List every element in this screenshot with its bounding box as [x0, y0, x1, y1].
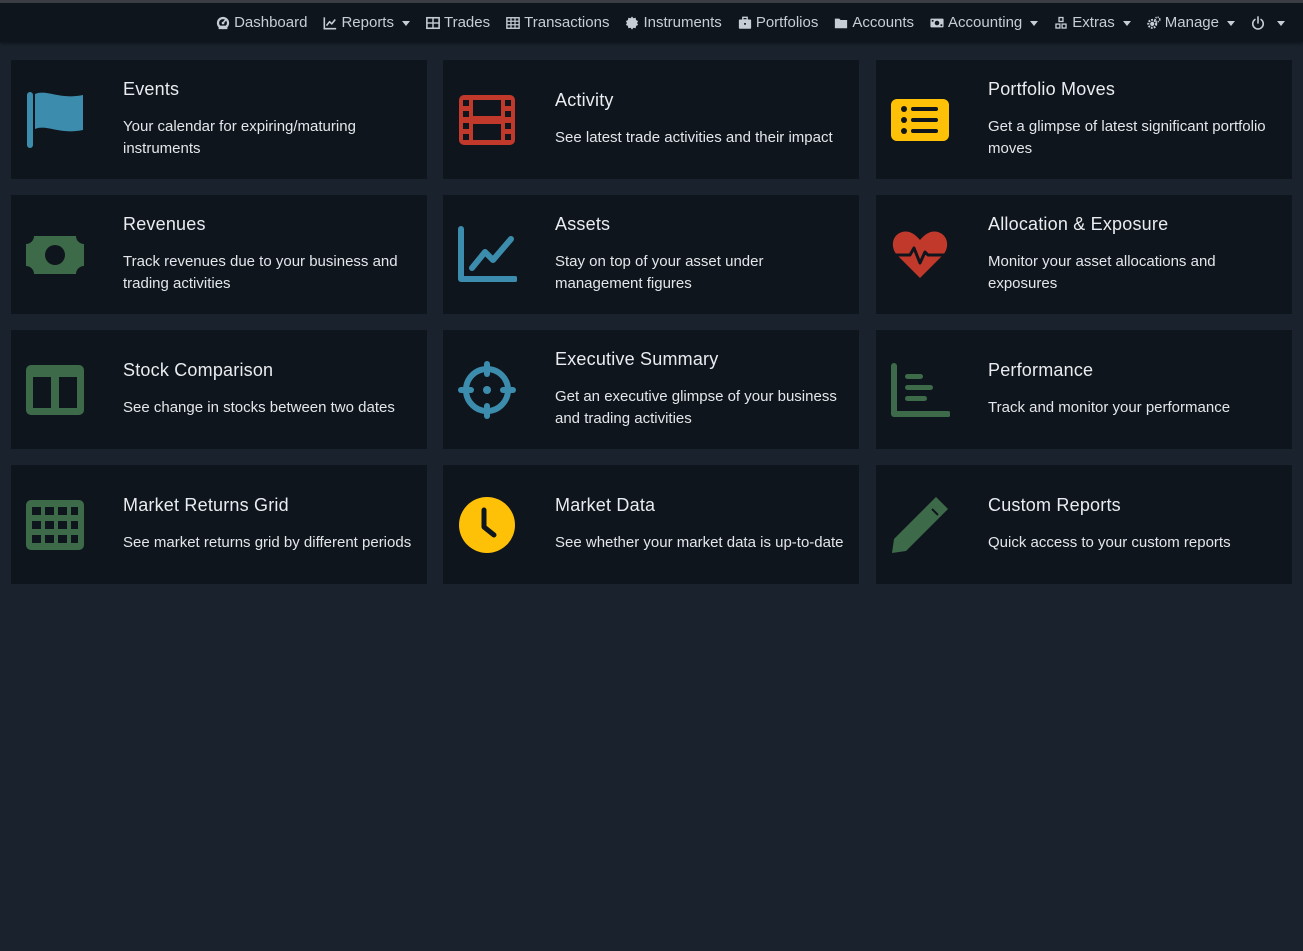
money-bill-icon — [930, 16, 944, 30]
card-performance[interactable]: Performance Track and monitor your perfo… — [876, 330, 1292, 449]
nav-portfolios-label: Portfolios — [755, 14, 819, 31]
card-stock-comparison[interactable]: Stock Comparison See change in stocks be… — [11, 330, 427, 449]
certificate-icon — [625, 15, 639, 30]
chevron-down-icon — [1030, 20, 1039, 26]
chevron-down-icon — [1122, 20, 1131, 26]
card-title: Revenues — [123, 214, 206, 234]
card-market-returns-grid[interactable]: Market Returns Grid See market returns g… — [11, 465, 427, 584]
nav-instruments-label: Instruments — [643, 14, 722, 31]
chart-line-icon — [457, 225, 517, 285]
film-icon — [457, 90, 517, 150]
nav-menu: Dashboard Reports Trades Transactions In… — [200, 3, 1285, 42]
card-title: Custom Reports — [988, 495, 1121, 515]
card-custom-reports[interactable]: Custom Reports Quick access to your cust… — [876, 465, 1292, 584]
heartbeat-icon — [890, 225, 950, 285]
card-title: Allocation & Exposure — [988, 214, 1169, 234]
card-portfolio-moves[interactable]: Portfolio Moves Get a glimpse of latest … — [876, 60, 1292, 179]
nav-dashboard-label: Dashboard — [234, 14, 308, 31]
columns-icon — [25, 360, 85, 420]
bar-chart-icon — [890, 360, 950, 420]
card-market-data[interactable]: Market Data See whether your market data… — [443, 465, 859, 584]
nav-power[interactable] — [1251, 15, 1285, 30]
nav-accounts[interactable]: Accounts — [834, 14, 914, 31]
card-activity[interactable]: Activity See latest trade activities and… — [443, 60, 859, 179]
nav-manage[interactable]: Manage — [1147, 14, 1235, 31]
card-description: Your calendar for expiring/maturing inst… — [123, 118, 356, 157]
cubes-icon — [1054, 16, 1068, 30]
nav-transactions[interactable]: Transactions — [506, 14, 609, 31]
card-title: Executive Summary — [555, 349, 719, 369]
card-description: Track and monitor your performance — [988, 399, 1231, 416]
pencil-icon — [890, 495, 950, 555]
nav-extras[interactable]: Extras — [1054, 14, 1131, 31]
card-description: Track revenues due to your business and … — [123, 253, 398, 292]
card-assets[interactable]: Assets Stay on top of your asset under m… — [443, 195, 859, 314]
flag-icon — [25, 90, 85, 150]
card-title: Market Data — [555, 495, 656, 515]
card-description: Quick access to your custom reports — [988, 534, 1231, 551]
folder-icon — [834, 16, 848, 30]
card-description: See market returns grid by different per… — [123, 534, 412, 551]
cogs-icon — [1147, 15, 1161, 30]
card-title: Assets — [555, 214, 611, 234]
card-title: Events — [123, 79, 180, 99]
nav-trades-label: Trades — [443, 14, 491, 31]
nav-extras-label: Extras — [1072, 14, 1115, 31]
card-allocation-exposure[interactable]: Allocation & Exposure Monitor your asset… — [876, 195, 1292, 314]
dashboard-icon — [216, 16, 230, 30]
nav-reports[interactable]: Reports — [323, 14, 410, 31]
nav-accounting[interactable]: Accounting — [930, 14, 1039, 31]
card-description: Get an executive glimpse of your busines… — [555, 388, 837, 427]
card-description: Stay on top of your asset under manageme… — [555, 253, 764, 292]
card-title: Activity — [555, 90, 614, 110]
crosshairs-icon — [457, 360, 517, 420]
card-title: Performance — [988, 360, 1094, 380]
card-title: Stock Comparison — [123, 360, 274, 380]
nav-transactions-label: Transactions — [524, 14, 610, 31]
clock-icon — [457, 495, 517, 555]
card-revenues[interactable]: Revenues Track revenues due to your busi… — [11, 195, 427, 314]
chart-line-icon — [323, 16, 337, 30]
nav-accounting-label: Accounting — [948, 14, 1023, 31]
card-description: See whether your market data is up-to-da… — [555, 534, 844, 551]
top-navbar: Dashboard Reports Trades Transactions In… — [0, 3, 1303, 42]
card-description: See change in stocks between two dates — [123, 399, 395, 416]
card-description: See latest trade activities and their im… — [555, 129, 833, 146]
briefcase-icon — [738, 16, 752, 30]
power-icon — [1251, 15, 1265, 30]
card-events[interactable]: Events Your calendar for expiring/maturi… — [11, 60, 427, 179]
nav-instruments[interactable]: Instruments — [625, 14, 722, 31]
card-title: Market Returns Grid — [123, 495, 289, 515]
nav-reports-label: Reports — [341, 14, 394, 31]
chevron-down-icon — [401, 20, 410, 26]
chevron-down-icon — [1227, 20, 1235, 26]
grid-icon — [25, 495, 85, 555]
chevron-down-icon — [1277, 20, 1285, 26]
list-icon — [890, 90, 950, 150]
money-bill-icon — [25, 225, 85, 285]
card-executive-summary[interactable]: Executive Summary Get an executive glimp… — [443, 330, 859, 449]
nav-dashboard[interactable]: Dashboard — [216, 14, 307, 31]
nav-manage-label: Manage — [1164, 14, 1219, 31]
nav-portfolios[interactable]: Portfolios — [738, 14, 819, 31]
nav-trades[interactable]: Trades — [426, 14, 490, 31]
table-icon — [426, 16, 440, 30]
card-description: Monitor your asset allocations and expos… — [988, 253, 1216, 292]
nav-accounts-label: Accounts — [852, 14, 915, 31]
card-description: Get a glimpse of latest significant port… — [988, 118, 1266, 157]
grid-table-icon — [506, 16, 520, 30]
card-title: Portfolio Moves — [988, 79, 1116, 99]
